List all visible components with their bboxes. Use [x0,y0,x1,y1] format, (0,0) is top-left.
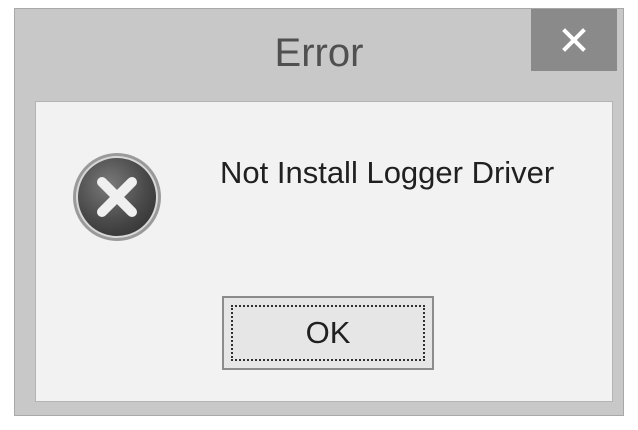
error-dialog: Error Not Install Logger Driver OK [14,8,624,416]
error-message: Not Install Logger Driver [220,155,555,190]
title-bar[interactable]: Error [15,9,623,101]
close-button[interactable] [531,9,617,71]
ok-button-label: OK [305,315,351,350]
ok-button[interactable]: OK [222,296,434,370]
error-icon [73,153,161,241]
close-icon [562,28,586,52]
dialog-content: Not Install Logger Driver OK [35,101,613,402]
